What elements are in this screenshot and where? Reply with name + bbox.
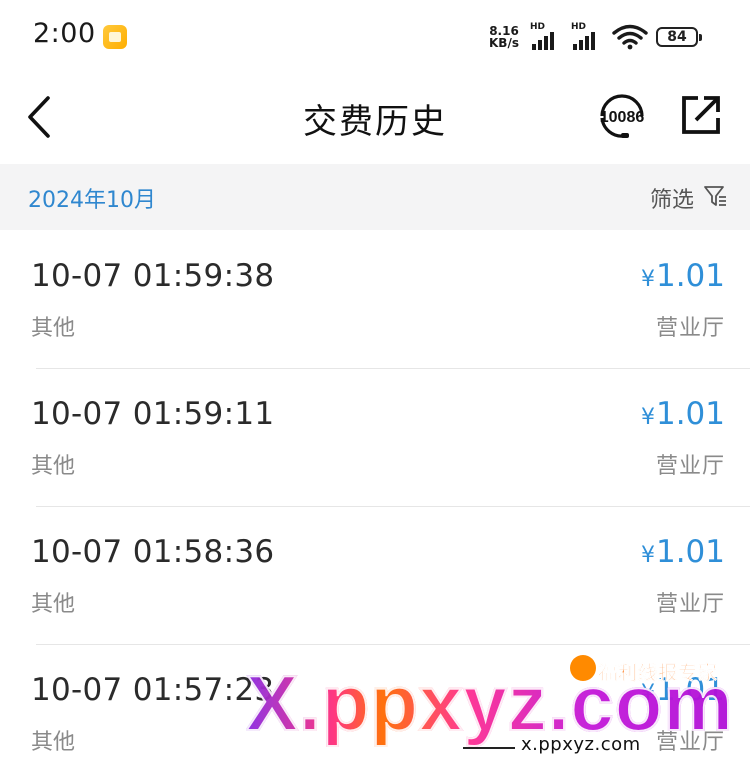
amount-value: 1.01 xyxy=(655,258,725,294)
sim2-hd-label: HD xyxy=(571,22,587,32)
record-amount: ¥1.01 xyxy=(641,396,725,432)
currency-symbol: ¥ xyxy=(640,267,655,292)
record-type: 其他 xyxy=(31,454,76,479)
network-speed: 8.16 KB/s xyxy=(489,25,519,49)
battery-indicator: 84 xyxy=(656,27,702,47)
currency-symbol: ¥ xyxy=(640,543,655,568)
network-speed-unit: KB/s xyxy=(489,36,519,50)
record-amount: ¥1.01 xyxy=(641,672,725,708)
payment-record-row[interactable]: 10-07 01:58:36 其他 ¥1.01 营业厅 xyxy=(0,506,750,644)
record-type: 其他 xyxy=(31,316,76,341)
app-header: 交费历史 10086 xyxy=(0,76,750,164)
service-number: 10086 xyxy=(600,109,645,126)
amount-value: 1.01 xyxy=(655,672,725,708)
record-type: 其他 xyxy=(31,730,76,755)
payment-record-row[interactable]: 10-07 01:59:38 其他 ¥1.01 营业厅 xyxy=(0,230,750,368)
wifi-icon xyxy=(612,24,648,50)
sim1-hd-label: HD xyxy=(530,22,546,32)
filter-icon[interactable] xyxy=(703,184,727,208)
record-time: 10-07 01:59:11 xyxy=(31,396,275,432)
filter-button-label[interactable]: 筛选 xyxy=(650,182,694,214)
record-channel: 营业厅 xyxy=(655,730,725,755)
record-amount: ¥1.01 xyxy=(641,258,725,294)
record-channel: 营业厅 xyxy=(655,592,725,617)
customer-service-button[interactable]: 10086 xyxy=(594,88,650,144)
month-label[interactable]: 2024年10月 xyxy=(28,182,156,214)
status-time: 2:00 xyxy=(33,18,96,49)
record-channel: 营业厅 xyxy=(655,316,725,341)
amount-value: 1.01 xyxy=(655,534,725,570)
notes-app-icon xyxy=(103,25,127,49)
currency-symbol: ¥ xyxy=(640,405,655,430)
sim1-signal-icon: HD xyxy=(530,22,564,50)
amount-value: 1.01 xyxy=(655,396,725,432)
currency-symbol: ¥ xyxy=(640,681,655,706)
payment-record-row[interactable]: 10-07 01:57:23 其他 ¥1.01 营业厅 xyxy=(0,644,750,782)
sim2-signal-icon: HD xyxy=(571,22,605,50)
record-time: 10-07 01:57:23 xyxy=(31,672,275,708)
status-bar: 2:00 8.16 KB/s HD HD 84 xyxy=(0,0,750,76)
record-time: 10-07 01:58:36 xyxy=(31,534,275,570)
month-section-header: 2024年10月 筛选 xyxy=(0,164,750,230)
record-time: 10-07 01:59:38 xyxy=(31,258,275,294)
headset-icon: 10086 xyxy=(600,94,645,138)
record-channel: 营业厅 xyxy=(655,454,725,479)
payment-record-row[interactable]: 10-07 01:59:11 其他 ¥1.01 营业厅 xyxy=(0,368,750,506)
payment-record-list: 10-07 01:59:38 其他 ¥1.01 营业厅 10-07 01:59:… xyxy=(0,230,750,782)
share-export-icon[interactable] xyxy=(678,92,724,138)
record-type: 其他 xyxy=(31,592,76,617)
record-amount: ¥1.01 xyxy=(641,534,725,570)
